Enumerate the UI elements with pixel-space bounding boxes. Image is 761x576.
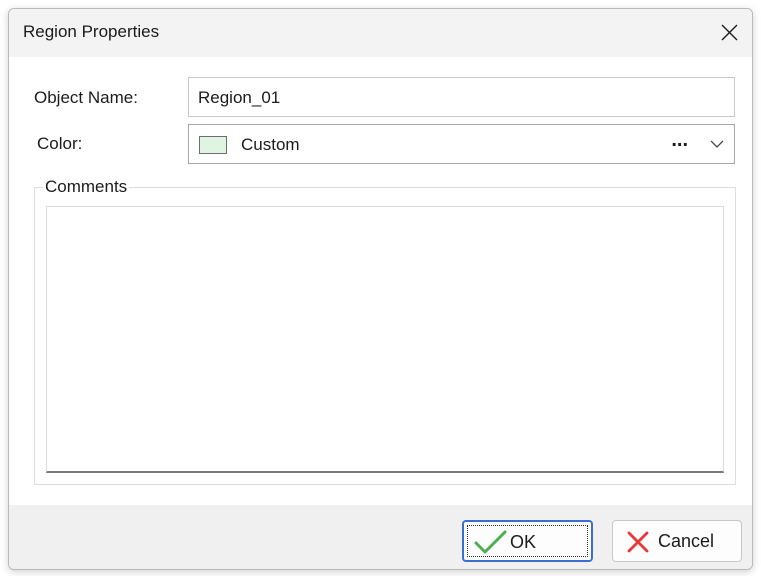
dialog-footer: OK Cancel xyxy=(9,505,752,569)
object-name-input[interactable]: Region_01 xyxy=(188,77,735,117)
color-more-button[interactable]: ... xyxy=(671,129,688,152)
ok-button[interactable]: OK xyxy=(462,520,593,562)
title-bar: Region Properties xyxy=(9,9,752,57)
color-swatch xyxy=(199,136,227,154)
x-icon xyxy=(627,531,649,553)
close-icon xyxy=(721,24,738,41)
close-button[interactable] xyxy=(706,9,752,57)
color-select[interactable]: Custom ... xyxy=(188,124,735,164)
object-name-value: Region_01 xyxy=(198,88,281,107)
cancel-button-label: Cancel xyxy=(658,531,715,551)
comments-label: Comments xyxy=(43,177,130,197)
cancel-button[interactable]: Cancel xyxy=(612,520,742,562)
comments-textarea[interactable] xyxy=(46,206,724,473)
dialog-title: Region Properties xyxy=(23,22,160,41)
region-properties-dialog: Region Properties Object Name: Region_01… xyxy=(8,8,753,570)
ok-button-label: OK xyxy=(510,532,537,552)
chevron-down-icon[interactable] xyxy=(710,140,724,149)
object-name-label: Object Name: xyxy=(34,88,138,107)
comments-group: Comments xyxy=(34,177,736,485)
color-label: Color: xyxy=(37,134,83,153)
checkmark-icon xyxy=(474,530,507,554)
color-value: Custom xyxy=(241,135,300,154)
